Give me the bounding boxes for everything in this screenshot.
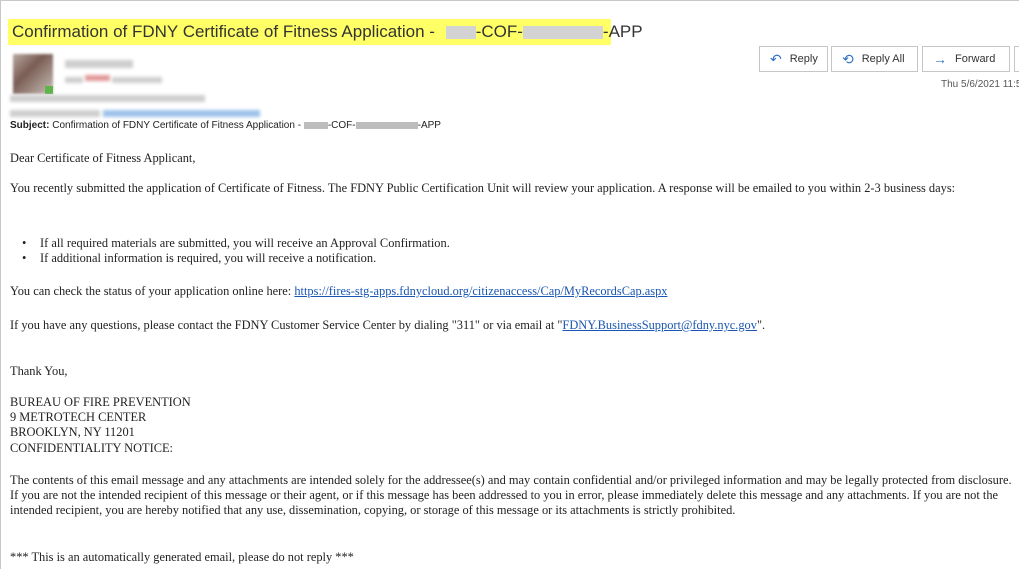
- message-date: Thu 5/6/2021 11:5: [941, 79, 1019, 90]
- message-subject-heading: Confirmation of FDNY Certificate of Fitn…: [8, 19, 643, 45]
- address-line: BUREAU OF FIRE PREVENTION: [10, 395, 191, 409]
- requirements-list: If all required materials are submitted,…: [10, 236, 450, 266]
- recipient-redacted: [10, 95, 205, 102]
- reply-arrow-icon: ↶: [770, 51, 782, 67]
- presence-status-icon: [45, 86, 53, 94]
- reply-all-label: Reply All: [861, 53, 905, 65]
- contact-paragraph: If you have any questions, please contac…: [10, 318, 765, 333]
- notice-heading: CONFIDENTIALITY NOTICE:: [10, 441, 174, 455]
- forward-button[interactable]: → Forward: [922, 46, 1010, 72]
- more-actions-button[interactable]: [1014, 46, 1019, 72]
- forward-arrow-icon: →: [933, 51, 947, 67]
- auto-generated-note: *** This is an automatically generated e…: [10, 550, 354, 564]
- sender-detail-redacted: [112, 77, 162, 83]
- sender-tag-redacted: [85, 75, 110, 81]
- sender-name-redacted: [65, 60, 133, 68]
- list-item: If all required materials are submitted,…: [10, 236, 450, 251]
- sign-off: Thank You,: [10, 364, 68, 378]
- subject-meta-prefix: Confirmation of FDNY Certificate of Fitn…: [52, 120, 302, 131]
- contact-end: ".: [756, 318, 766, 332]
- recipient-link-redacted[interactable]: [103, 110, 260, 117]
- recipient-redacted: [10, 110, 100, 117]
- reply-label: Reply: [789, 53, 818, 65]
- forward-label: Forward: [955, 53, 996, 65]
- address-line: 9 METROTECH CENTER: [10, 410, 147, 424]
- subject-suffix: -APP: [602, 22, 643, 41]
- support-email-link[interactable]: FDNY.BusinessSupport@fdny.nyc.gov: [562, 318, 757, 332]
- redacted-text: [445, 26, 476, 40]
- confidentiality-paragraph: The contents of this email message and a…: [10, 473, 1012, 517]
- address-block: BUREAU OF FIRE PREVENTION 9 METROTECH CE…: [10, 395, 191, 440]
- list-item: If additional information is required, y…: [10, 251, 450, 266]
- sender-detail-redacted: [65, 77, 83, 83]
- greeting: Dear Certificate of Fitness Applicant,: [10, 151, 196, 165]
- intro-paragraph: You recently submitted the application o…: [10, 181, 956, 195]
- address-line: BROOKLYN, NY 11201: [10, 425, 135, 439]
- redacted-text: [522, 26, 603, 40]
- redacted-text: [355, 121, 418, 129]
- reply-button[interactable]: ↶ Reply: [759, 46, 828, 72]
- status-text: You can check the status of your applica…: [10, 284, 295, 298]
- subject-meta-mid: -COF-: [327, 120, 356, 131]
- subject-prefix: Confirmation of FDNY Certificate of Fitn…: [12, 22, 435, 41]
- reply-all-button[interactable]: ⟲ Reply All: [831, 46, 918, 72]
- contact-text: If you have any questions, please contac…: [10, 318, 563, 332]
- subject-label: Subject:: [10, 120, 50, 131]
- status-paragraph: You can check the status of your applica…: [10, 284, 667, 299]
- subject-field: Subject: Confirmation of FDNY Certificat…: [10, 120, 441, 131]
- redacted-text: [303, 121, 328, 129]
- status-link[interactable]: https://fires-stg-apps.fdnycloud.org/cit…: [294, 284, 667, 298]
- subject-mid: -COF-: [475, 22, 523, 41]
- subject-meta-suffix: -APP: [417, 120, 441, 131]
- reply-all-arrow-icon: ⟲: [842, 51, 854, 67]
